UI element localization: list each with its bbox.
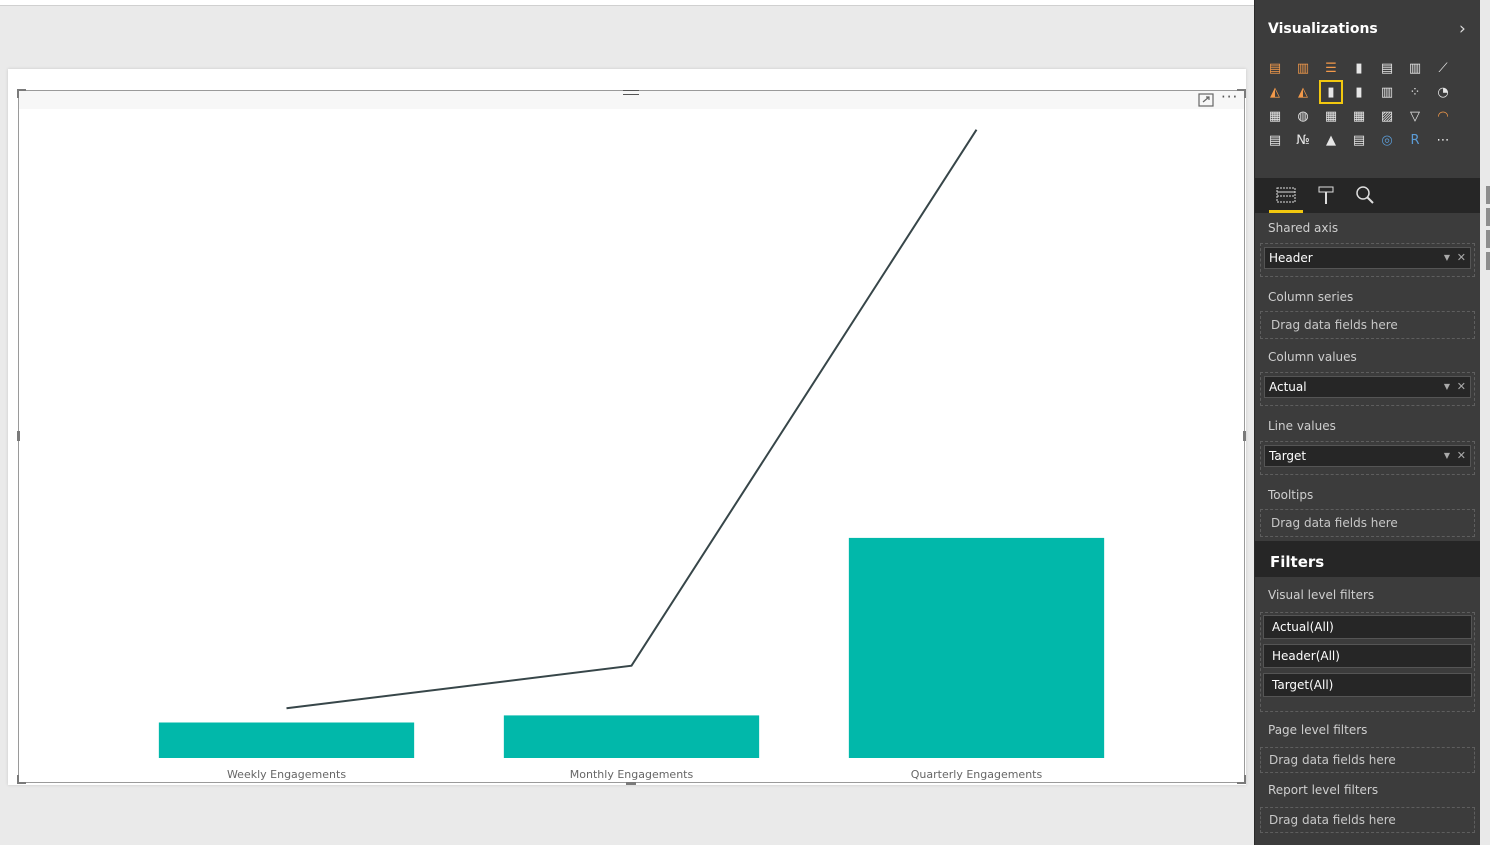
treemap-icon[interactable]: ▦ [1265, 106, 1285, 126]
page-level-placeholder: Drag data fields here [1269, 753, 1396, 767]
format-paintroller-icon[interactable] [1315, 184, 1337, 206]
combo-chart: Weekly Engagements Monthly Engagements Qua… [158, 129, 1105, 781]
close-icon[interactable]: ✕ [1457, 377, 1466, 397]
line-values-field[interactable]: Target ▼ ✕ [1264, 445, 1471, 467]
column-series-well[interactable]: Drag data fields here [1260, 311, 1475, 339]
stacked-area-chart-icon[interactable]: ◭ [1293, 82, 1313, 102]
resize-handle-bottom[interactable] [626, 782, 636, 785]
more-options-icon[interactable]: ··· [1221, 89, 1239, 105]
fields-tab-icon[interactable] [1275, 184, 1297, 206]
column-values-well[interactable]: Actual ▼ ✕ [1260, 372, 1475, 406]
filters-heading: Filters [1255, 541, 1481, 577]
map-icon[interactable]: ◍ [1293, 106, 1313, 126]
100-stacked-bar-chart-icon[interactable]: ▤ [1377, 58, 1397, 78]
bar-actual-1[interactable] [503, 715, 760, 758]
chevron-down-icon[interactable]: ▼ [1444, 248, 1450, 268]
side-tab[interactable] [1486, 230, 1490, 248]
bar-actual-0[interactable] [158, 722, 415, 759]
resize-handle-bottom-right-v[interactable] [1244, 775, 1246, 784]
card-icon[interactable]: № [1293, 130, 1313, 150]
chevron-down-icon[interactable]: ▼ [1444, 446, 1450, 466]
column-values-label: Column values [1268, 350, 1357, 364]
line-and-clustered-column-chart-icon[interactable]: ▮ [1349, 82, 1369, 102]
clustered-column-chart-icon[interactable]: ▮ [1349, 58, 1369, 78]
line-chart-icon[interactable]: ⟋ [1433, 58, 1453, 78]
chevron-down-icon[interactable]: ▼ [1444, 377, 1450, 397]
pane-collapse-edge [1480, 0, 1490, 845]
side-tab[interactable] [1486, 186, 1490, 204]
matrix-icon[interactable]: ▦ [1349, 106, 1369, 126]
report-level-filters-label: Report level filters [1268, 783, 1379, 797]
side-tab[interactable] [1486, 208, 1490, 226]
focus-mode-icon[interactable] [1198, 92, 1214, 107]
shared-axis-field-name: Header [1269, 251, 1313, 265]
clustered-bar-chart-icon[interactable]: ☰ [1321, 58, 1341, 78]
page-level-filters-well[interactable]: Drag data fields here [1260, 747, 1475, 773]
page-level-filters-label: Page level filters [1268, 723, 1368, 737]
line-values-label: Line values [1268, 419, 1336, 433]
line-values-field-name: Target [1269, 449, 1307, 463]
x-tick-label: Weekly Engagements [227, 768, 346, 781]
column-values-field[interactable]: Actual ▼ ✕ [1264, 376, 1471, 398]
kpi-icon[interactable]: ▲ [1321, 130, 1341, 150]
r-script-visual-icon[interactable]: R [1405, 130, 1425, 150]
filled-map-icon[interactable]: ▨ [1377, 106, 1397, 126]
more-options-icon[interactable]: ⋯ [1433, 130, 1453, 150]
visualizations-pane: Visualizations › ▤ ▥ ☰ ▮ ▤ ▥ ⟋ ◭ ◭ ▮ ▮ ▥ ⁘ ◔ ▦ ◍ ▦ ▦ ▨ ▽ ◠ ▤ №… [1254, 0, 1481, 845]
tooltips-placeholder: Drag data fields here [1271, 516, 1398, 530]
shared-axis-field[interactable]: Header ▼ ✕ [1264, 247, 1471, 269]
stacked-bar-chart-icon[interactable]: ▤ [1265, 58, 1285, 78]
column-series-label: Column series [1268, 290, 1354, 304]
area-chart-icon[interactable]: ◭ [1265, 82, 1285, 102]
filter-card-header[interactable]: Header(All) [1263, 644, 1472, 668]
analytics-magnifier-icon[interactable] [1354, 184, 1376, 206]
column-values-field-name: Actual [1269, 380, 1307, 394]
column-series-placeholder: Drag data fields here [1271, 318, 1398, 332]
donut-chart-icon[interactable]: ◎ [1377, 130, 1397, 150]
shared-axis-label: Shared axis [1268, 221, 1339, 235]
line-values-well[interactable]: Target ▼ ✕ [1260, 441, 1475, 475]
line-and-stacked-column-chart-icon[interactable]: ▮ [1319, 80, 1343, 104]
x-tick-label: Quarterly Engagements [911, 768, 1043, 781]
drag-grip-icon[interactable] [623, 90, 639, 100]
ribbon-edge [0, 0, 1254, 6]
report-level-filters-well[interactable]: Drag data fields here [1260, 807, 1475, 833]
report-level-placeholder: Drag data fields here [1269, 813, 1396, 827]
table-icon[interactable]: ▦ [1321, 106, 1341, 126]
100-stacked-column-chart-icon[interactable]: ▥ [1405, 58, 1425, 78]
ribbon-chart-icon[interactable]: ▥ [1377, 82, 1397, 102]
filter-card-target[interactable]: Target(All) [1263, 673, 1472, 697]
resize-handle-top-left-v[interactable] [17, 89, 19, 98]
visualizations-title: Visualizations [1268, 21, 1378, 37]
stacked-column-chart-icon[interactable]: ▥ [1293, 58, 1313, 78]
tooltips-well[interactable]: Drag data fields here [1260, 509, 1475, 537]
pane-tabs [1255, 178, 1481, 213]
funnel-icon[interactable]: ▽ [1405, 106, 1425, 126]
close-icon[interactable]: ✕ [1457, 248, 1466, 268]
gauge-icon[interactable]: ◠ [1433, 106, 1453, 126]
filter-card-actual[interactable]: Actual(All) [1263, 615, 1472, 639]
close-icon[interactable]: ✕ [1457, 446, 1466, 466]
slicer-icon[interactable]: ▤ [1349, 130, 1369, 150]
active-tab-indicator [1269, 210, 1303, 213]
chevron-right-icon[interactable]: › [1459, 19, 1466, 39]
visual-level-filters-label: Visual level filters [1268, 588, 1375, 602]
side-tab[interactable] [1486, 252, 1490, 270]
x-tick-label: Monthly Engagements [570, 768, 694, 781]
pie-chart-icon[interactable]: ◔ [1433, 82, 1453, 102]
shared-axis-well[interactable]: Header ▼ ✕ [1260, 243, 1475, 277]
multi-row-card-icon[interactable]: ▤ [1265, 130, 1285, 150]
tooltips-label: Tooltips [1268, 488, 1314, 502]
bar-actual-2[interactable] [848, 537, 1105, 758]
resize-handle-top-right-v[interactable] [1244, 89, 1246, 98]
scatter-chart-icon[interactable]: ⁘ [1405, 82, 1425, 102]
